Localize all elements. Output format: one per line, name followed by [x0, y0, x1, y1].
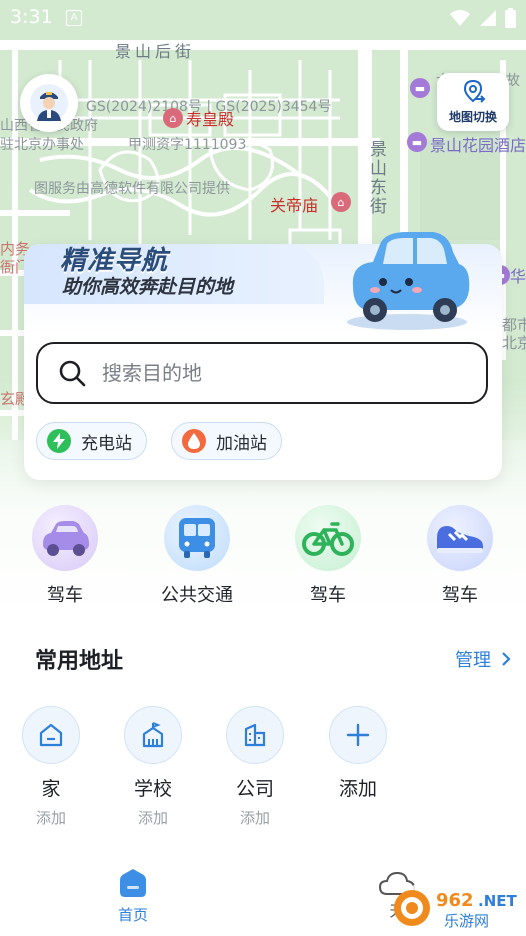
address-school[interactable]: 学校 添加	[108, 706, 198, 828]
search-icon	[59, 360, 86, 387]
svg-text:962: 962	[436, 890, 474, 911]
office-icon	[226, 706, 284, 764]
bus-icon	[164, 505, 230, 571]
plus-icon	[329, 706, 387, 764]
map-switch-button[interactable]: 地图切换	[437, 73, 509, 131]
signal-icon	[480, 10, 496, 26]
search-input[interactable]	[100, 360, 434, 386]
address-name: 添加	[338, 778, 377, 800]
map-label-street: 景山东街	[366, 140, 386, 216]
address-action: 添加	[137, 809, 168, 827]
mode-label: 驾车	[310, 585, 346, 606]
common-address-title: 常用地址	[35, 649, 124, 674]
gas-station-chip[interactable]: 加油站	[171, 422, 282, 460]
map-label-poi: 寿皇殿	[186, 110, 235, 129]
battery-icon	[505, 8, 516, 28]
address-office[interactable]: 公司 添加	[210, 706, 300, 828]
address-home[interactable]: 家 添加	[6, 706, 96, 828]
hotel-pin-icon[interactable]: ▬	[407, 132, 427, 152]
address-name: 公司	[235, 778, 274, 800]
mode-label: 公共交通	[161, 585, 233, 606]
chevron-right-icon	[502, 652, 511, 666]
sneaker-icon	[427, 505, 493, 571]
watermark-logo: 962 .NET 乐游网	[394, 884, 518, 932]
mode-bike[interactable]: 驾车	[278, 505, 378, 607]
temple-pin-icon[interactable]: ⌂	[163, 108, 183, 128]
home-icon	[22, 706, 80, 764]
mode-drive[interactable]: 驾车	[15, 505, 115, 607]
address-add[interactable]: 添加	[313, 706, 403, 801]
svg-text:乐游网: 乐游网	[444, 912, 489, 930]
manage-button[interactable]: 管理	[455, 646, 513, 672]
manage-label: 管理	[455, 650, 491, 671]
slogan-subtitle: 助你高效奔赴目的地	[62, 276, 234, 298]
school-icon	[124, 706, 182, 764]
temple-pin-icon[interactable]: ⌂	[331, 192, 351, 212]
nav-home-label: 首页	[117, 906, 148, 924]
map-label-poi: 驻北京办事处	[0, 137, 84, 153]
svg-text:.NET: .NET	[478, 892, 517, 910]
mode-walk[interactable]: 驾车	[410, 505, 510, 607]
map-switch-label: 地图切换	[448, 110, 497, 124]
map-provider-text: 图服务由高德软件有限公司提供	[34, 181, 230, 197]
lightning-icon	[47, 429, 71, 453]
avatar-icon	[30, 84, 68, 122]
map-label-street: 景山后街	[115, 42, 196, 61]
status-time: 3:31	[10, 6, 53, 28]
map-label-poi: 北京	[502, 334, 526, 352]
bicycle-icon	[295, 505, 361, 571]
hotel-pin-icon[interactable]: ▬	[410, 78, 430, 98]
car-icon	[32, 505, 98, 571]
chip-label: 充电站	[81, 433, 132, 454]
search-bar[interactable]	[36, 342, 488, 404]
status-bar: 3:31 A	[0, 0, 526, 36]
address-action: 添加	[35, 809, 66, 827]
map-switch-icon	[463, 79, 486, 103]
fuel-drop-icon	[182, 429, 206, 453]
address-action: 添加	[239, 809, 270, 827]
user-avatar-button[interactable]	[20, 74, 78, 132]
notification-icon: A	[66, 10, 82, 26]
nav-home-tab[interactable]: 首页	[106, 868, 160, 925]
wifi-icon	[450, 10, 470, 26]
address-name: 家	[41, 778, 61, 800]
mode-label: 驾车	[442, 585, 478, 606]
mode-label: 驾车	[47, 585, 83, 606]
address-name: 学校	[133, 778, 172, 800]
chip-label: 加油站	[216, 433, 267, 454]
map-label-poi: 关帝庙	[270, 196, 319, 215]
charging-station-chip[interactable]: 充电站	[36, 422, 147, 460]
car-mascot-icon	[347, 232, 470, 330]
map-label-poi: 华	[510, 267, 526, 286]
mode-transit[interactable]: 公共交通	[147, 505, 247, 607]
home-tab-icon	[120, 869, 146, 897]
map-label-poi: 景山花园酒店	[430, 136, 526, 155]
map-survey-text: 甲测资字1111093	[128, 137, 247, 153]
